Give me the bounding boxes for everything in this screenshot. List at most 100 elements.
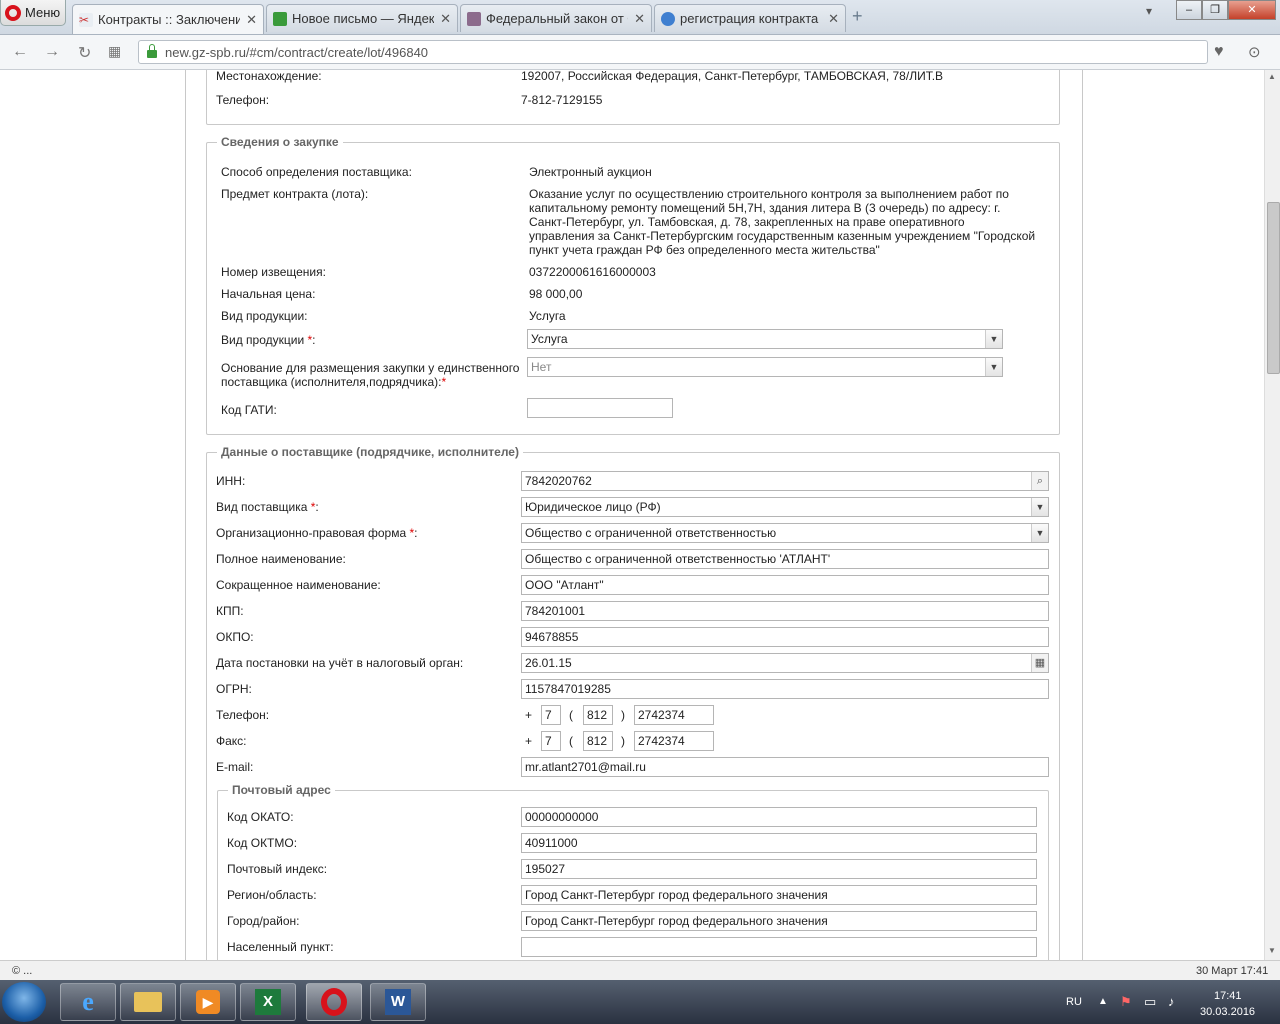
opera-menu-button[interactable]: Меню bbox=[0, 0, 66, 26]
product-type-select[interactable]: Услуга ▼ bbox=[527, 329, 1003, 349]
url-field[interactable]: new.gz-spb.ru/#cm/contract/create/lot/49… bbox=[138, 40, 1208, 64]
kpp-input[interactable]: 784201001 bbox=[521, 601, 1049, 621]
supplier-legend: Данные о поставщике (подрядчике, исполни… bbox=[217, 445, 523, 459]
tab-contracts[interactable]: ✂ Контракты :: Заключение ✕ bbox=[72, 4, 264, 34]
close-window-button[interactable]: ✕ bbox=[1228, 0, 1276, 20]
tax-date-input[interactable]: 26.01.15 ▦ bbox=[521, 653, 1049, 673]
back-arrow-icon[interactable]: ← bbox=[12, 43, 28, 61]
new-tab-button[interactable]: + bbox=[852, 6, 863, 27]
postal-index-input[interactable]: 195027 bbox=[521, 859, 1037, 879]
action-center-flag-icon[interactable]: ⚑ bbox=[1120, 994, 1132, 1010]
opera-logo-icon bbox=[5, 4, 21, 21]
windows-start-button[interactable] bbox=[2, 982, 46, 1022]
phone-number-input[interactable]: 2742374 bbox=[634, 705, 714, 725]
chevron-down-icon[interactable]: ▼ bbox=[1031, 498, 1048, 516]
close-tab-icon[interactable]: ✕ bbox=[634, 11, 645, 27]
settlement-input[interactable] bbox=[521, 937, 1037, 957]
fax-number-input[interactable]: 2742374 bbox=[634, 731, 714, 751]
legal-form-selected: Общество с ограниченной ответственностью bbox=[525, 526, 777, 540]
taskbar-word-button[interactable]: W bbox=[370, 983, 426, 1021]
close-tab-icon[interactable]: ✕ bbox=[828, 11, 839, 27]
scroll-down-icon[interactable]: ▼ bbox=[1268, 946, 1276, 955]
oktmo-input[interactable]: 40911000 bbox=[521, 833, 1037, 853]
taskbar-media-button[interactable]: ▶ bbox=[180, 983, 236, 1021]
phone-country-input[interactable]: 7 bbox=[541, 705, 561, 725]
taskbar-opera-button[interactable] bbox=[306, 983, 362, 1021]
close-tab-icon[interactable]: ✕ bbox=[246, 12, 257, 28]
basis-select[interactable]: Нет ▼ bbox=[527, 357, 1003, 377]
basis-label-line2: поставщика (исполнителя,подрядчика):* bbox=[221, 375, 447, 389]
tab-title: регистрация контракта с bbox=[680, 11, 823, 26]
supplier-type-select[interactable]: Юридическое лицо (РФ) ▼ bbox=[521, 497, 1049, 517]
speed-dial-grid-icon[interactable]: ▦ bbox=[108, 43, 121, 60]
tab-federal-law[interactable]: Федеральный закон от 05 ✕ bbox=[460, 4, 652, 32]
heart-icon[interactable]: ♥ bbox=[1214, 43, 1224, 61]
full-name-input[interactable]: Общество с ограниченной ответственностью… bbox=[521, 549, 1049, 569]
chevron-down-icon[interactable]: ▼ bbox=[985, 330, 1002, 348]
windows-taskbar: e ▶ X W RU ▲ ⚑ ▭ ♪ 17:41 30.03.2016 bbox=[0, 980, 1280, 1024]
tab-registration[interactable]: регистрация контракта с ✕ bbox=[654, 4, 846, 32]
postal-index-label: Почтовый индекс: bbox=[227, 862, 328, 876]
tray-expand-icon[interactable]: ▲ bbox=[1098, 996, 1108, 1007]
excel-icon: X bbox=[255, 989, 281, 1015]
basis-selected: Нет bbox=[531, 360, 552, 374]
contract-form: Местонахождение: 192007, Российская Феде… bbox=[185, 70, 1083, 960]
download-icon[interactable]: ⊙ bbox=[1248, 43, 1261, 61]
forward-arrow-icon[interactable]: → bbox=[44, 43, 60, 61]
okato-input[interactable]: 00000000000 bbox=[521, 807, 1037, 827]
fax-code-input[interactable]: 812 bbox=[583, 731, 613, 751]
scrollbar-thumb[interactable] bbox=[1267, 202, 1280, 374]
legal-form-label: Организационно-правовая форма *: bbox=[216, 526, 418, 540]
customer-phone-label: Телефон: bbox=[216, 93, 270, 107]
volume-icon[interactable]: ♪ bbox=[1168, 994, 1175, 1009]
tab-title: Новое письмо — Яндекс bbox=[292, 11, 435, 26]
page-scrollbar[interactable]: ▲ ▼ bbox=[1264, 70, 1280, 960]
clock-date[interactable]: 30.03.2016 bbox=[1200, 1006, 1255, 1018]
language-indicator[interactable]: RU bbox=[1066, 996, 1082, 1008]
okpo-input[interactable]: 94678855 bbox=[521, 627, 1049, 647]
tab-menu-icon[interactable]: ▾ bbox=[1146, 4, 1152, 18]
legal-form-select[interactable]: Общество с ограниченной ответственностью… bbox=[521, 523, 1049, 543]
minimize-button[interactable]: ‒ bbox=[1176, 0, 1202, 20]
chevron-down-icon[interactable]: ▼ bbox=[1031, 524, 1048, 542]
reload-icon[interactable]: ↻ bbox=[78, 43, 91, 63]
oktmo-label: Код ОКТМО: bbox=[227, 836, 298, 850]
method-label: Способ определения поставщика: bbox=[221, 165, 412, 179]
region-input[interactable]: Город Санкт-Петербург город федерального… bbox=[521, 885, 1037, 905]
maximize-button[interactable]: ❐ bbox=[1202, 0, 1228, 20]
ogrn-input[interactable]: 1157847019285 bbox=[521, 679, 1049, 699]
phone-paren-open: ( bbox=[569, 708, 573, 722]
fax-label: Факс: bbox=[216, 734, 247, 748]
inn-input[interactable]: 7842020762 ⌕ bbox=[521, 471, 1049, 491]
search-icon[interactable]: ⌕ bbox=[1031, 472, 1048, 490]
okpo-label: ОКПО: bbox=[216, 630, 254, 644]
short-name-input[interactable]: ООО "Атлант" bbox=[521, 575, 1049, 595]
email-input[interactable]: mr.atlant2701@mail.ru bbox=[521, 757, 1049, 777]
calendar-icon[interactable]: ▦ bbox=[1031, 654, 1048, 672]
subject-line: капитальному ремонту помещений 5Н,7Н, зд… bbox=[529, 201, 1001, 215]
initial-price-label: Начальная цена: bbox=[221, 287, 316, 301]
address-bar: ← → ↻ ▦ new.gz-spb.ru/#cm/contract/creat… bbox=[0, 35, 1280, 70]
network-icon[interactable]: ▭ bbox=[1144, 994, 1156, 1010]
phone-code-input[interactable]: 812 bbox=[583, 705, 613, 725]
city-input[interactable]: Город Санкт-Петербург город федерального… bbox=[521, 911, 1037, 931]
clock-time[interactable]: 17:41 bbox=[1214, 990, 1242, 1002]
tax-date-label: Дата постановки на учёт в налоговый орга… bbox=[216, 656, 464, 670]
gati-code-input[interactable] bbox=[527, 398, 673, 418]
inn-label: ИНН: bbox=[216, 474, 246, 488]
scroll-up-icon[interactable]: ▲ bbox=[1268, 72, 1276, 81]
status-datetime: 30 Март 17:41 bbox=[1196, 965, 1269, 977]
tab-yandex-mail[interactable]: Новое письмо — Яндекс ✕ bbox=[266, 4, 458, 32]
taskbar-explorer-button[interactable] bbox=[120, 983, 176, 1021]
opera-icon bbox=[321, 988, 347, 1016]
notice-number-label: Номер извещения: bbox=[221, 265, 326, 279]
close-tab-icon[interactable]: ✕ bbox=[440, 11, 451, 27]
tax-date-value: 26.01.15 bbox=[525, 656, 572, 670]
chevron-down-icon[interactable]: ▼ bbox=[985, 358, 1002, 376]
fax-country-input[interactable]: 7 bbox=[541, 731, 561, 751]
document-icon bbox=[467, 11, 481, 26]
supplier-type-selected: Юридическое лицо (РФ) bbox=[525, 500, 661, 514]
procurement-section: Сведения о закупке bbox=[206, 135, 1060, 435]
taskbar-excel-button[interactable]: X bbox=[240, 983, 296, 1021]
taskbar-ie-button[interactable]: e bbox=[60, 983, 116, 1021]
